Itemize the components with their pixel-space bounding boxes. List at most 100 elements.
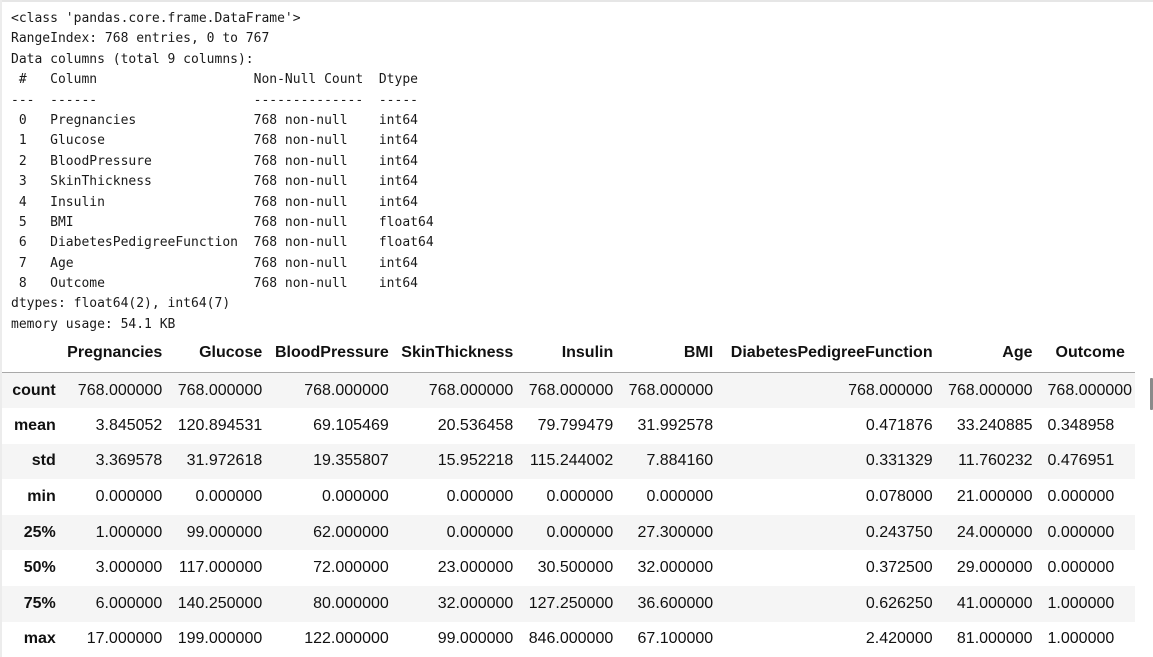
table-cell: 2.420000 xyxy=(865,630,933,648)
row-index-label: 25% xyxy=(23,523,56,541)
table-cell: 768.000000 xyxy=(848,381,933,399)
table-cell: 0.000000 xyxy=(546,488,614,506)
info-line: 6 DiabetesPedigreeFunction 768 non-null … xyxy=(11,235,434,251)
table-cell: 0.000000 xyxy=(1047,559,1115,577)
table-cell: 81.000000 xyxy=(956,630,1033,648)
column-header: DiabetesPedigreeFunction xyxy=(719,334,939,373)
table-cell: 1.000000 xyxy=(95,523,163,541)
table-row: std 3.369578 31.972618 19.355807 15.952218 11… xyxy=(2,443,1135,480)
table-cell: 0.331329 xyxy=(865,452,933,470)
info-line: Data columns (total 9 columns): xyxy=(11,51,254,67)
table-cell: 0.000000 xyxy=(1047,488,1115,506)
column-header: Insulin xyxy=(519,334,620,373)
info-line: 1 Glucose 768 non-null int64 xyxy=(11,133,434,149)
table-cell: 0.471876 xyxy=(865,416,933,434)
describe-table-container[interactable]: Pregnancies Glucose BloodPressure SkinTh… xyxy=(2,334,1135,657)
table-cell: 1.000000 xyxy=(1047,594,1115,612)
table-cell: 0.078000 xyxy=(865,488,933,506)
column-header: BloodPressure xyxy=(268,334,395,373)
table-cell: 115.244002 xyxy=(529,452,614,470)
table-cell: 27.300000 xyxy=(637,523,714,541)
output-top-border xyxy=(0,0,1153,2)
table-cell: 29.000000 xyxy=(956,559,1033,577)
table-cell: 122.000000 xyxy=(304,630,389,648)
table-row: 50% 3.000000 117.000000 72.000000 23.000000 3… xyxy=(2,550,1135,587)
table-row: 75% 6.000000 140.250000 80.000000 32.000000 1… xyxy=(2,586,1135,622)
table-cell: 99.000000 xyxy=(186,523,263,541)
table-cell: 79.799479 xyxy=(537,416,614,434)
table-cell: 32.000000 xyxy=(437,594,514,612)
table-cell: 99.000000 xyxy=(437,630,514,648)
table-cell: 0.000000 xyxy=(195,488,263,506)
table-cell: 11.760232 xyxy=(958,452,1033,470)
table-row: 25% 1.000000 99.000000 62.000000 0.000000 0.0… xyxy=(2,514,1135,551)
table-cell: 0.000000 xyxy=(322,488,389,506)
info-line: dtypes: float64(2), int64(7) xyxy=(11,296,231,312)
table-cell: 41.000000 xyxy=(956,594,1033,612)
table-cell: 117.000000 xyxy=(178,559,263,577)
table-cell: 36.600000 xyxy=(637,594,714,612)
df-info-output: <class 'pandas.core.frame.DataFrame'> Ran… xyxy=(11,9,434,335)
row-index-label: min xyxy=(27,488,56,506)
column-header: Age xyxy=(938,334,1039,373)
table-cell: 768.000000 xyxy=(1047,381,1133,399)
describe-table: Pregnancies Glucose BloodPressure SkinTh… xyxy=(2,334,1135,657)
table-cell: 140.250000 xyxy=(177,594,263,612)
row-index-label: count xyxy=(12,381,56,399)
row-index-label: max xyxy=(23,630,56,648)
info-line: 4 Insulin 768 non-null int64 xyxy=(11,194,434,210)
table-cell: 0.348958 xyxy=(1047,416,1115,434)
table-cell: 3.845052 xyxy=(95,416,163,434)
table-cell: 72.000000 xyxy=(313,559,389,577)
row-index-label: 50% xyxy=(23,559,56,577)
info-line: RangeIndex: 768 entries, 0 to 767 xyxy=(11,31,270,47)
table-cell: 768.000000 xyxy=(177,381,263,399)
table-cell: 3.000000 xyxy=(95,559,163,577)
table-cell: 21.000000 xyxy=(956,488,1033,506)
column-header: Pregnancies xyxy=(60,334,169,373)
table-cell: 0.476951 xyxy=(1047,452,1115,470)
info-line: 7 Age 768 non-null int64 xyxy=(11,255,434,271)
table-cell: 0.372500 xyxy=(865,559,933,577)
table-cell: 20.536458 xyxy=(437,416,514,434)
table-cell: 0.000000 xyxy=(1047,523,1115,541)
table-cell: 23.000000 xyxy=(437,559,514,577)
info-line: 3 SkinThickness 768 non-null int64 xyxy=(11,174,434,190)
table-cell: 768.000000 xyxy=(304,381,389,399)
row-index-label: 75% xyxy=(23,594,56,612)
info-line: # Column Non-Null Count Dtype xyxy=(11,72,434,88)
table-cell: 0.000000 xyxy=(546,523,614,541)
table-cell: 31.972618 xyxy=(186,452,263,470)
table-cell: 0.000000 xyxy=(95,488,163,506)
table-row: mean 3.845052 120.894531 69.105469 20.536458… xyxy=(2,408,1135,444)
table-cell: 768.000000 xyxy=(528,381,614,399)
info-line: <class 'pandas.core.frame.DataFrame'> xyxy=(11,11,301,26)
table-cell: 768.000000 xyxy=(428,381,514,399)
info-line: 2 BloodPressure 768 non-null int64 xyxy=(11,153,434,169)
row-index-label: mean xyxy=(13,416,56,434)
info-line: 5 BMI 768 non-null float64 xyxy=(11,214,434,230)
table-cell: 1.000000 xyxy=(1047,630,1115,648)
table-cell: 32.000000 xyxy=(637,559,714,577)
table-cell: 24.000000 xyxy=(956,523,1033,541)
table-cell: 0.243750 xyxy=(865,523,933,541)
info-line: 0 Pregnancies 768 non-null int64 xyxy=(11,112,434,128)
table-cell: 768.000000 xyxy=(77,381,163,399)
info-line: memory usage: 54.1 KB xyxy=(11,316,176,332)
table-cell: 0.000000 xyxy=(446,523,514,541)
column-header: Glucose xyxy=(168,334,269,373)
table-cell: 15.952218 xyxy=(437,452,514,470)
table-cell: 17.000000 xyxy=(86,630,163,648)
column-header: BMI xyxy=(619,334,720,373)
table-cell: 127.250000 xyxy=(528,594,614,612)
table-cell: 31.992578 xyxy=(637,416,714,434)
column-header-index xyxy=(2,334,61,373)
table-cell: 768.000000 xyxy=(628,381,714,399)
table-cell: 67.100000 xyxy=(637,630,714,648)
table-row: count 768.000000 768.000000 768.000000 768.0… xyxy=(2,372,1135,409)
table-row: max 17.000000 199.000000 122.000000 99.00000… xyxy=(2,621,1135,657)
table-cell: 199.000000 xyxy=(177,630,263,648)
column-header: SkinThickness xyxy=(394,334,520,373)
table-cell: 62.000000 xyxy=(313,523,389,541)
column-header: Outcome xyxy=(1038,334,1135,373)
